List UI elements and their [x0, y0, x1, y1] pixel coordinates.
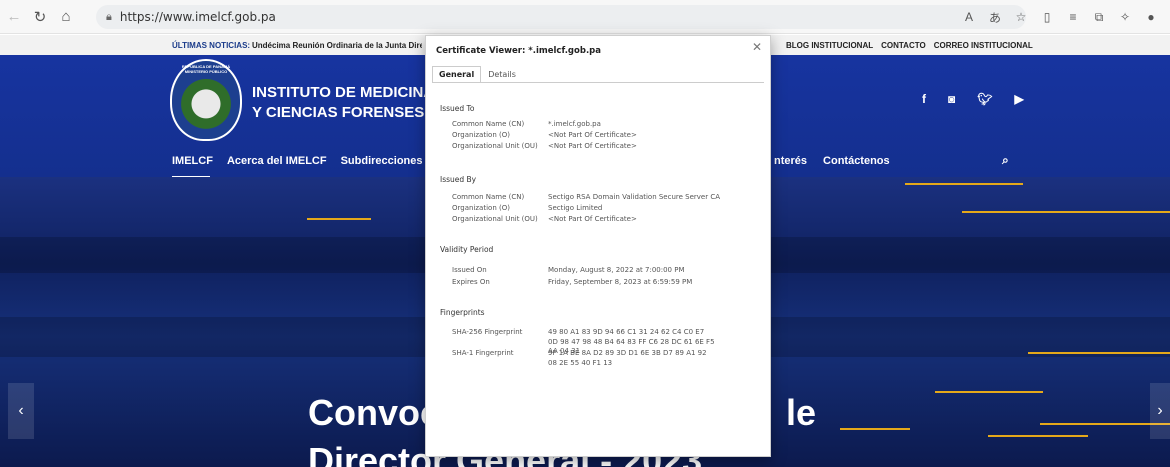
url-text: https://www.imelcf.gob.pa: [119, 10, 276, 24]
hero-stripe: [905, 183, 1023, 185]
tab-general[interactable]: General: [432, 66, 482, 83]
favorite-star-icon[interactable]: ☆: [1010, 5, 1032, 29]
site-title[interactable]: INSTITUTO DE MEDICINA Y CIENCIAS FORENSE…: [252, 83, 434, 123]
main-menu-right: nterés Contáctenos: [774, 155, 890, 167]
hero-stripe: [307, 218, 371, 220]
youtube-icon[interactable]: ▶: [1014, 92, 1023, 106]
top-link-blog[interactable]: BLOG INSTITUCIONAL: [786, 41, 873, 50]
refresh-icon[interactable]: ↻: [28, 5, 52, 29]
dialog-title: Certificate Viewer: *.imelcf.gob.pa: [436, 46, 601, 56]
seal-text: REPÚBLICA DE PANAMÁ MINISTERIO PÚBLICO: [181, 64, 231, 74]
lock-icon[interactable]: 🔒︎: [106, 10, 112, 24]
social-links: f ◙ 🐦︎ ▶: [922, 92, 1024, 106]
read-aloud-icon[interactable]: A: [958, 5, 980, 29]
hero-stripe: [840, 428, 910, 430]
section-validity: Validity Period: [440, 245, 494, 254]
menu-item-contact[interactable]: Contáctenos: [823, 155, 890, 167]
search-icon[interactable]: ⌕: [1002, 153, 1009, 168]
extensions-icon[interactable]: ✧: [1114, 5, 1136, 29]
tab-divider: [432, 82, 764, 83]
certificate-viewer-dialog: Certificate Viewer: *.imelcf.gob.pa ✕ Ge…: [425, 35, 771, 457]
top-link-email[interactable]: CORREO INSTITUCIONAL: [934, 41, 1033, 50]
section-issued-by: Issued By: [440, 175, 477, 184]
close-icon[interactable]: ✕: [752, 40, 762, 54]
ticker-label: ÚLTIMAS NOTICIAS:: [172, 41, 251, 50]
tab-details[interactable]: Details: [481, 66, 523, 83]
browser-toolbar: ← ↻ ⌂ 🔒︎ https://www.imelcf.gob.pa A あ ☆…: [0, 0, 1170, 34]
back-arrow-icon[interactable]: ←: [2, 5, 26, 29]
collections-icon[interactable]: ⧉: [1088, 5, 1110, 29]
hero-stripe: [988, 435, 1088, 437]
hero-stripe: [962, 211, 1170, 213]
home-icon[interactable]: ⌂: [54, 5, 78, 29]
address-bar[interactable]: 🔒︎ https://www.imelcf.gob.pa: [96, 5, 1026, 29]
ticker-headline[interactable]: Undécima Reunión Ordinaria de la Junta D…: [252, 41, 422, 50]
section-fingerprints: Fingerprints: [440, 308, 485, 317]
split-screen-icon[interactable]: ▯: [1036, 5, 1058, 29]
menu-item-subdirecciones[interactable]: Subdirecciones: [341, 155, 423, 167]
menu-item-imelcf[interactable]: IMELCF: [172, 155, 213, 167]
top-links: BLOG INSTITUCIONAL CONTACTO CORREO INSTI…: [786, 41, 1033, 50]
top-link-contact[interactable]: CONTACTO: [881, 41, 926, 50]
profile-icon[interactable]: ●: [1140, 5, 1162, 29]
hero-stripe: [1028, 352, 1170, 354]
instagram-icon[interactable]: ◙: [948, 92, 955, 106]
menu-item-interest[interactable]: nterés: [774, 155, 807, 167]
institute-seal-logo[interactable]: REPÚBLICA DE PANAMÁ MINISTERIO PÚBLICO: [170, 59, 242, 141]
slider-prev-arrow-icon[interactable]: ‹: [8, 383, 34, 439]
favorites-list-icon[interactable]: ≡: [1062, 5, 1084, 29]
translate-icon[interactable]: あ: [984, 5, 1006, 29]
dialog-tabs: General Details: [432, 66, 523, 83]
menu-item-about[interactable]: Acerca del IMELCF: [227, 155, 327, 167]
main-menu: IMELCF Acerca del IMELCF Subdirecciones: [172, 155, 423, 167]
facebook-icon[interactable]: f: [922, 92, 926, 106]
twitter-icon[interactable]: 🐦︎: [977, 92, 992, 106]
section-issued-to: Issued To: [440, 104, 475, 113]
hero-stripe: [935, 391, 1043, 393]
slider-next-arrow-icon[interactable]: ›: [1150, 383, 1170, 439]
